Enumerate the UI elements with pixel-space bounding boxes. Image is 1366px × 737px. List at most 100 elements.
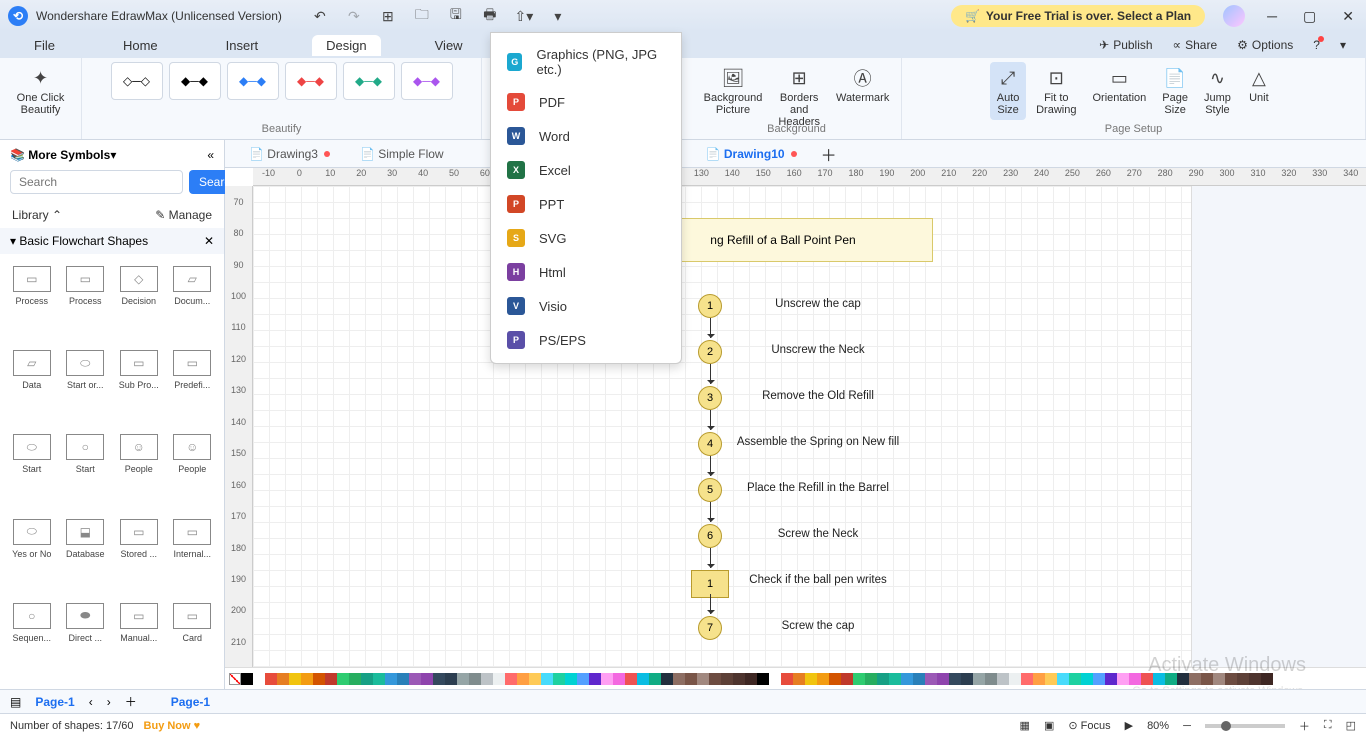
menu-design[interactable]: Design xyxy=(312,35,380,56)
fit-to-drawing-button[interactable]: ⊡Fit to Drawing xyxy=(1030,62,1082,120)
shape-item[interactable]: ▭Process xyxy=(6,262,58,344)
shape-item[interactable]: ⬭Start xyxy=(6,430,58,512)
maximize-button[interactable]: ▢ xyxy=(1299,8,1320,25)
color-swatch[interactable] xyxy=(313,673,325,685)
shape-item[interactable]: ◇Decision xyxy=(113,262,165,344)
color-swatch[interactable] xyxy=(601,673,613,685)
shape-item[interactable]: ▱Docum... xyxy=(167,262,219,344)
new-icon[interactable]: ⊞ xyxy=(380,8,396,24)
export-item-pdf[interactable]: PPDF xyxy=(491,85,681,119)
beautify-preset[interactable]: ◆─◆ xyxy=(343,62,395,100)
color-swatch[interactable] xyxy=(1033,673,1045,685)
color-swatch[interactable] xyxy=(253,673,265,685)
flowchart-step-node[interactable]: 2 xyxy=(698,340,722,364)
export-item-visio[interactable]: VVisio xyxy=(491,289,681,323)
menu-insert[interactable]: Insert xyxy=(212,35,273,56)
color-swatch[interactable] xyxy=(421,673,433,685)
color-swatch[interactable] xyxy=(325,673,337,685)
color-swatch[interactable] xyxy=(481,673,493,685)
color-swatch[interactable] xyxy=(337,673,349,685)
flowchart-step-node[interactable]: 1 xyxy=(698,294,722,318)
flowchart-step-node[interactable]: 3 xyxy=(698,386,722,410)
canvas[interactable]: ng Refill of a Ball Point Pen 1Unscrew t… xyxy=(253,186,1366,667)
menu-file[interactable]: File xyxy=(20,35,69,56)
open-icon[interactable]: 🗀 xyxy=(414,8,430,24)
color-swatch[interactable] xyxy=(1009,673,1021,685)
color-swatch[interactable] xyxy=(1213,673,1225,685)
color-swatch[interactable] xyxy=(841,673,853,685)
presentation-icon[interactable]: ▦ xyxy=(1020,719,1030,732)
shape-item[interactable]: ⬓Database xyxy=(60,515,112,597)
flowchart-step-text[interactable]: Unscrew the Neck xyxy=(733,344,903,358)
export-item-pseps[interactable]: PPS/EPS xyxy=(491,323,681,357)
publish-button[interactable]: ✈ Publish xyxy=(1099,38,1152,52)
color-swatch[interactable] xyxy=(1069,673,1081,685)
color-swatch[interactable] xyxy=(277,673,289,685)
color-swatch[interactable] xyxy=(697,673,709,685)
export-item-excel[interactable]: XExcel xyxy=(491,153,681,187)
menu-view[interactable]: View xyxy=(421,35,477,56)
doc-tab[interactable]: 📄 Drawing3 xyxy=(235,143,344,165)
manage-link[interactable]: ✎ Manage xyxy=(155,208,212,222)
fit-icon[interactable]: ◰ xyxy=(1346,719,1356,732)
doc-tab[interactable]: 📄 Simple Flow xyxy=(346,143,458,165)
zoom-out-icon[interactable]: ─ xyxy=(1183,720,1191,732)
color-swatch[interactable] xyxy=(589,673,601,685)
shape-item[interactable]: ▭Card xyxy=(167,599,219,681)
color-swatch[interactable] xyxy=(985,673,997,685)
page-nav-left-icon[interactable]: ‹ xyxy=(89,695,93,709)
shape-item[interactable]: ⬭Yes or No xyxy=(6,515,58,597)
color-swatch[interactable] xyxy=(781,673,793,685)
color-swatch[interactable] xyxy=(961,673,973,685)
color-swatch[interactable] xyxy=(1117,673,1129,685)
flowchart-step-text[interactable]: Remove the Old Refill xyxy=(733,390,903,404)
add-tab-button[interactable]: ＋ xyxy=(813,142,845,166)
color-swatch[interactable] xyxy=(877,673,889,685)
color-swatch[interactable] xyxy=(289,673,301,685)
color-swatch[interactable] xyxy=(1225,673,1237,685)
flowchart-step-text[interactable]: Unscrew the cap xyxy=(733,298,903,312)
layers-icon[interactable]: ▣ xyxy=(1044,719,1054,732)
export-item-word[interactable]: WWord xyxy=(491,119,681,153)
shape-item[interactable]: ▭Manual... xyxy=(113,599,165,681)
shape-item[interactable]: ⬬Direct ... xyxy=(60,599,112,681)
color-swatch[interactable] xyxy=(265,673,277,685)
color-swatch[interactable] xyxy=(373,673,385,685)
color-swatch[interactable] xyxy=(865,673,877,685)
page-tab[interactable]: Page-1 xyxy=(35,695,74,709)
flowchart-step-text[interactable]: Assemble the Spring on New fill xyxy=(733,436,903,450)
help-button[interactable]: ? xyxy=(1313,38,1320,52)
color-swatch[interactable] xyxy=(733,673,745,685)
color-swatch[interactable] xyxy=(433,673,445,685)
color-swatch[interactable] xyxy=(721,673,733,685)
color-swatch[interactable] xyxy=(469,673,481,685)
color-swatch[interactable] xyxy=(1177,673,1189,685)
page-nav-right-icon[interactable]: › xyxy=(107,695,111,709)
auto-size-button[interactable]: ⤢Auto Size xyxy=(990,62,1026,120)
color-swatch[interactable] xyxy=(1261,673,1273,685)
page-list-icon[interactable]: ▤ xyxy=(10,695,21,709)
export-item-graphicspngjpgetc[interactable]: GGraphics (PNG, JPG etc.) xyxy=(491,39,681,85)
shape-item[interactable]: ▭Stored ... xyxy=(113,515,165,597)
color-swatch[interactable] xyxy=(1249,673,1261,685)
color-swatch[interactable] xyxy=(553,673,565,685)
color-swatch[interactable] xyxy=(913,673,925,685)
collapse-sidebar-icon[interactable]: « xyxy=(207,148,214,162)
beautify-preset[interactable]: ◆─◆ xyxy=(169,62,221,100)
color-swatch[interactable] xyxy=(541,673,553,685)
search-input[interactable] xyxy=(10,170,183,194)
unit-button[interactable]: △Unit xyxy=(1241,62,1277,108)
color-swatch[interactable] xyxy=(1081,673,1093,685)
no-fill-swatch[interactable] xyxy=(229,673,241,685)
color-swatch[interactable] xyxy=(1045,673,1057,685)
shape-item[interactable]: ☺People xyxy=(113,430,165,512)
menu-home[interactable]: Home xyxy=(109,35,172,56)
focus-toggle[interactable]: ⊙ Focus xyxy=(1068,719,1110,732)
color-swatch[interactable] xyxy=(709,673,721,685)
chevron-down-icon[interactable]: ▾ xyxy=(1340,38,1346,52)
color-swatch[interactable] xyxy=(445,673,457,685)
beautify-preset[interactable]: ◆─◆ xyxy=(227,62,279,100)
color-swatch[interactable] xyxy=(757,673,769,685)
color-swatch[interactable] xyxy=(517,673,529,685)
color-swatch[interactable] xyxy=(973,673,985,685)
